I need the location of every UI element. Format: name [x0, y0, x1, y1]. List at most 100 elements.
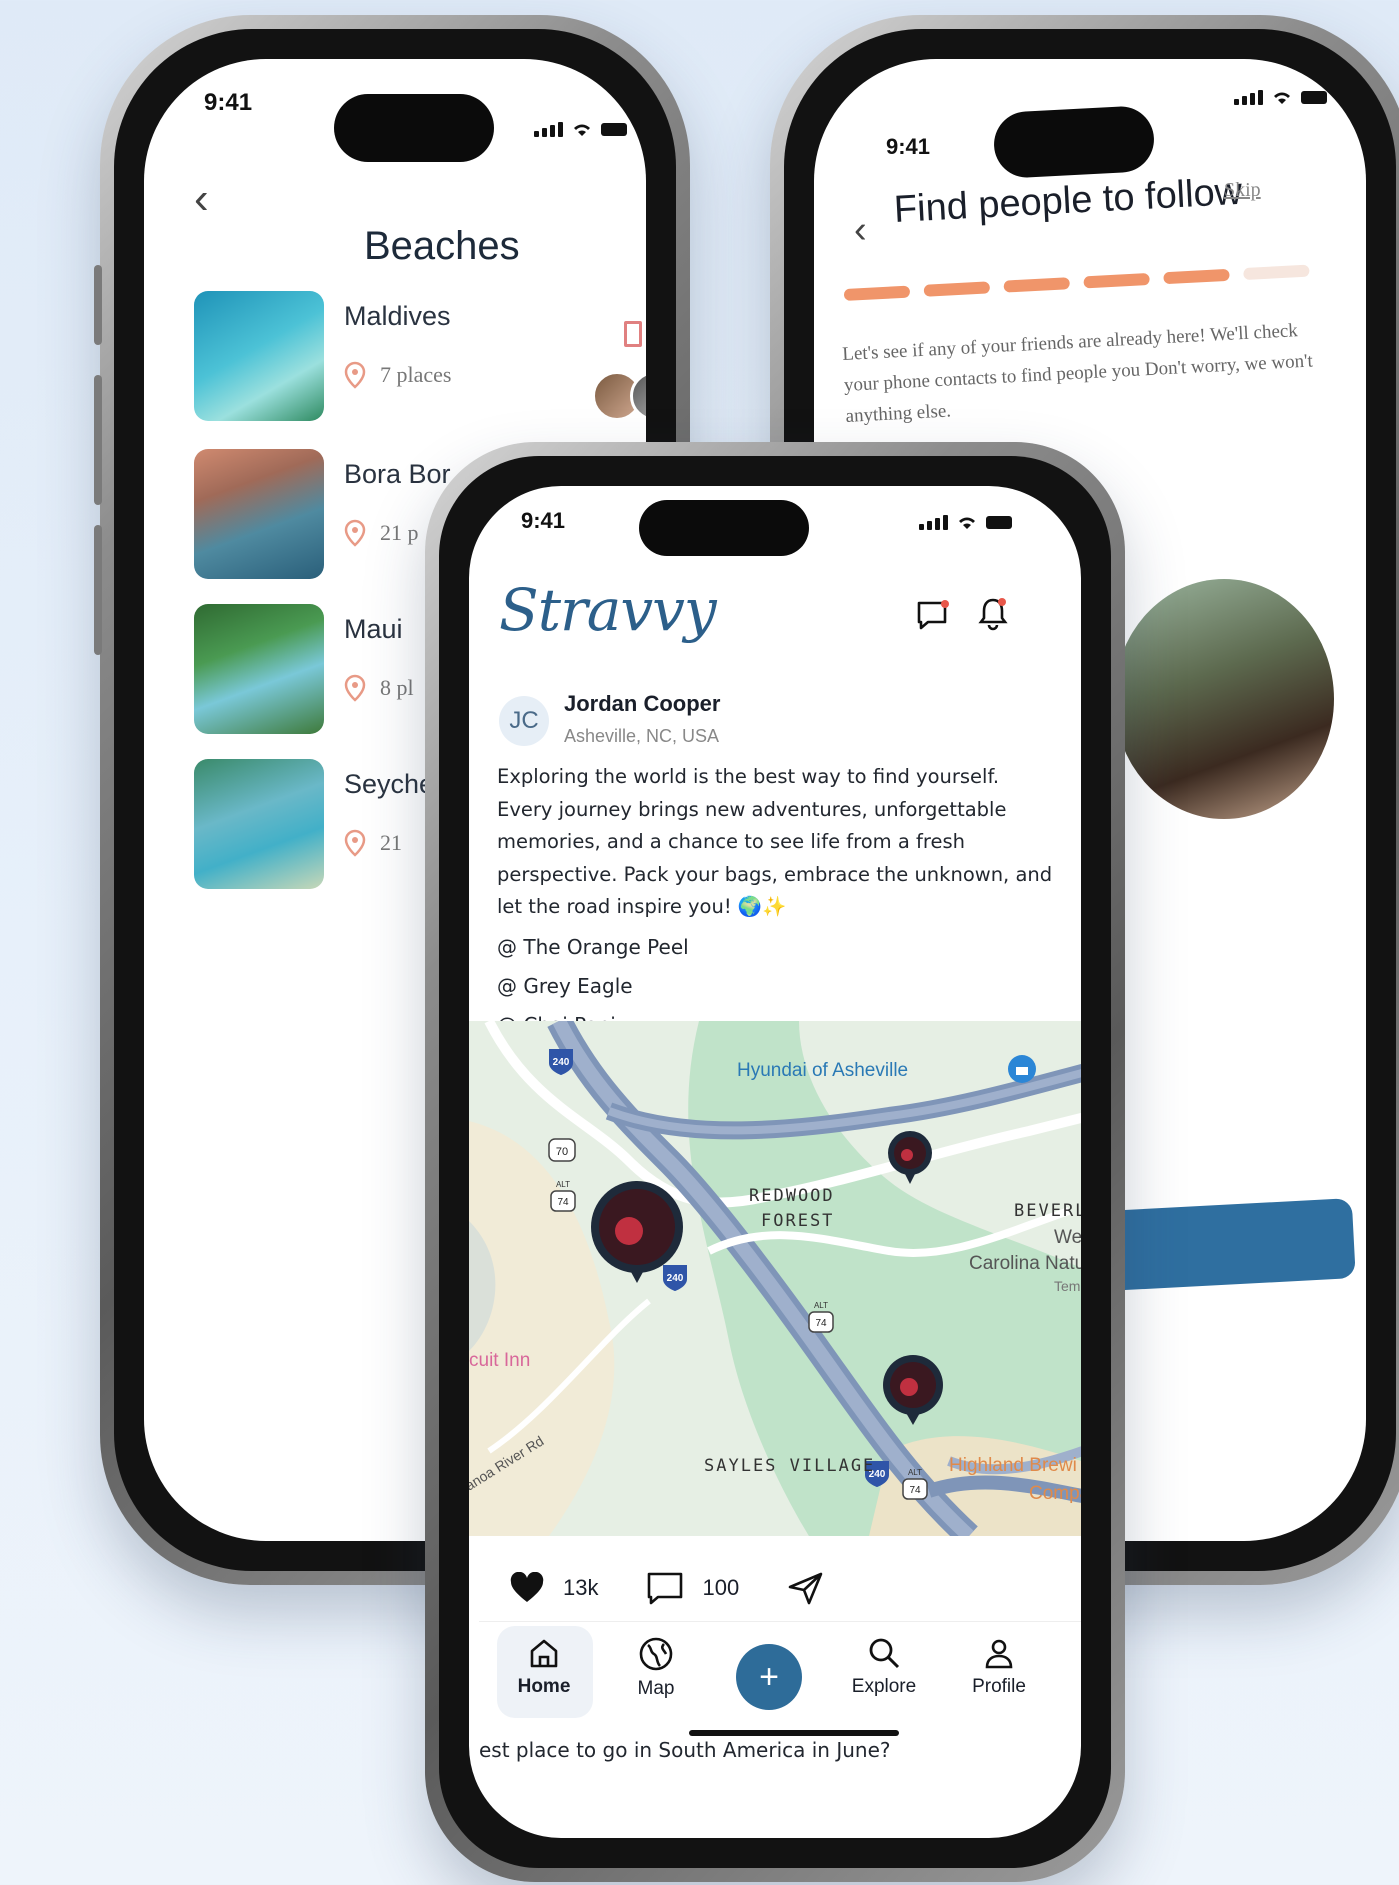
place-tag[interactable]: @ The Orange Peel	[497, 928, 1057, 967]
beach-thumbnail	[194, 759, 324, 889]
home-icon	[530, 1639, 558, 1668]
progress-step	[1243, 264, 1310, 281]
status-time: 9:41	[521, 508, 566, 533]
author-location: Asheville, NC, USA	[564, 726, 720, 746]
bookmark-icon[interactable]	[624, 321, 642, 347]
svg-text:240: 240	[667, 1273, 684, 1284]
share-icon[interactable]	[787, 1571, 825, 1605]
heart-icon[interactable]	[509, 1572, 545, 1604]
skip-link[interactable]: Skip	[1224, 179, 1261, 202]
us-route-shield: 70	[548, 1138, 576, 1162]
page-title: Beaches	[364, 224, 520, 268]
side-button	[94, 375, 102, 505]
dynamic-island	[992, 104, 1156, 180]
progress-step	[1083, 272, 1150, 289]
message-icon[interactable]	[914, 596, 952, 634]
status-icons	[1234, 89, 1327, 105]
bell-icon[interactable]	[974, 594, 1012, 632]
post-text: Exploring the world is the best way to f…	[497, 765, 1053, 918]
feed-screen: 9:41 Stravvy JC Jordan Cooper Asheville,…	[469, 486, 1081, 1838]
status-icons	[534, 121, 627, 137]
description: Let's see if any of your friends are alr…	[841, 320, 1314, 427]
map-label: Highland Brewi	[949, 1455, 1077, 1476]
progress-step	[1003, 277, 1071, 293]
author-avatar[interactable]: JC	[499, 696, 549, 746]
comment-group[interactable]: 100	[646, 1571, 739, 1605]
app-logo: Stravvy	[499, 576, 717, 644]
location-pin-icon	[344, 829, 366, 857]
beach-name: Bora Bor	[344, 459, 451, 489]
beach-thumbnail	[194, 449, 324, 579]
beach-name: Maui	[344, 614, 403, 644]
beach-name: Maldives	[344, 301, 451, 331]
profile-icon	[985, 1639, 1013, 1669]
comment-icon[interactable]	[646, 1571, 684, 1605]
map-label: BEVERLY	[1014, 1201, 1081, 1221]
like-count: 13k	[563, 1575, 599, 1600]
like-group[interactable]: 13k	[509, 1572, 598, 1604]
back-button[interactable]: ‹	[854, 209, 867, 252]
location-pin-icon	[344, 674, 366, 702]
location-pin-icon	[344, 519, 366, 547]
svg-text:70: 70	[556, 1146, 568, 1158]
nav-home[interactable]: Home	[489, 1636, 599, 1698]
status-icons	[919, 514, 1012, 530]
nav-explore[interactable]: Explore	[829, 1636, 939, 1698]
beach-places: 21 p	[344, 519, 419, 547]
side-button	[94, 525, 102, 655]
status-time: 9:41	[886, 134, 931, 159]
home-indicator	[689, 1730, 899, 1736]
dynamic-island	[639, 500, 809, 556]
map-canvas: 240 240 240 70 ALT 74 ALT 74 ALT 74 Hyun…	[469, 1021, 1081, 1536]
post-actions: 13k 100	[509, 1571, 825, 1605]
wifi-icon	[1274, 92, 1290, 104]
bottom-nav: Home Map + Explore Profile	[479, 1621, 1081, 1732]
map-label: Compa	[1029, 1483, 1081, 1504]
map-label: Hyundai of Asheville	[737, 1060, 908, 1081]
svg-text:240: 240	[553, 1057, 570, 1068]
next-post-preview: est place to go in South America in June…	[479, 1738, 891, 1762]
beach-thumbnail	[194, 604, 324, 734]
map-label: Weste	[1054, 1227, 1081, 1248]
progress-step	[1163, 268, 1230, 285]
beach-name: Seyche	[344, 769, 435, 799]
nav-map[interactable]: Map	[601, 1636, 711, 1700]
svg-text:74: 74	[815, 1318, 827, 1329]
search-icon	[869, 1638, 900, 1669]
globe-icon	[639, 1637, 673, 1671]
list-item[interactable]: Maldives 7 places 5	[194, 291, 646, 431]
back-button[interactable]: ‹	[194, 174, 209, 224]
step-progress	[843, 264, 1310, 301]
location-pin-icon	[344, 361, 366, 389]
svg-text:74: 74	[909, 1485, 921, 1496]
add-post-button[interactable]: +	[736, 1644, 802, 1710]
status-time: 9:41	[204, 89, 253, 116]
post-map[interactable]: 240 240 240 70 ALT 74 ALT 74 ALT 74 Hyun…	[469, 1021, 1081, 1536]
beach-thumbnail	[194, 291, 324, 421]
svg-text:74: 74	[557, 1197, 569, 1208]
nav-profile[interactable]: Profile	[944, 1636, 1054, 1698]
page-title: Find people to follow	[892, 170, 1244, 231]
author-name[interactable]: Jordan Cooper	[564, 691, 720, 717]
dynamic-island	[334, 94, 494, 162]
map-label: Tempor	[1054, 1278, 1081, 1294]
side-button	[94, 265, 102, 345]
progress-step	[843, 285, 911, 301]
beach-places: 21	[344, 829, 402, 857]
wifi-icon	[574, 124, 590, 136]
beach-places: 8 pl	[344, 674, 414, 702]
feed-phone: 9:41 Stravvy JC Jordan Cooper Asheville,…	[425, 442, 1125, 1882]
map-label: REDWOOD	[749, 1186, 835, 1206]
avatar-group	[592, 371, 646, 421]
wifi-icon	[959, 517, 975, 529]
progress-step	[923, 281, 991, 297]
beach-places: 7 places	[344, 361, 451, 389]
place-tag[interactable]: @ Grey Eagle	[497, 967, 1057, 1006]
map-label: FOREST	[761, 1211, 834, 1231]
battery-icon	[601, 122, 627, 136]
battery-icon	[1301, 90, 1327, 104]
svg-text:ALT: ALT	[556, 1180, 570, 1189]
map-label: cuit Inn	[469, 1350, 530, 1371]
comment-count: 100	[702, 1575, 740, 1600]
map-label: SAYLES VILLAGE	[704, 1456, 875, 1476]
